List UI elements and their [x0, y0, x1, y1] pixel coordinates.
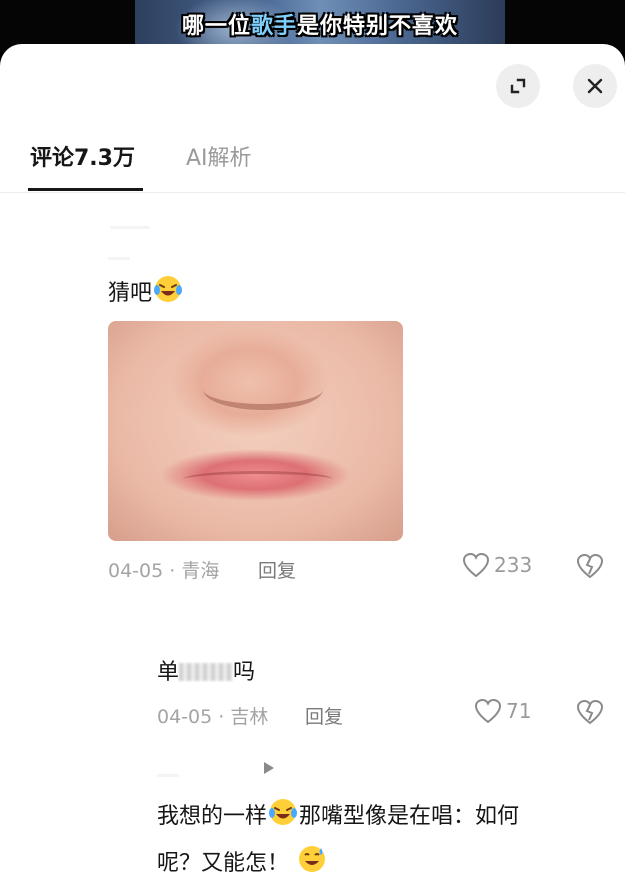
dislike-button[interactable] [576, 553, 604, 583]
blurred-text [179, 663, 234, 681]
laugh-cry-emoji-icon [154, 276, 183, 302]
tab-bar: 评论7.3万 AI解析 [0, 132, 625, 193]
tab-ai-analysis[interactable]: AI解析 [186, 140, 252, 172]
play-icon[interactable] [263, 760, 275, 779]
divider [157, 774, 179, 777]
broken-heart-icon [576, 699, 604, 725]
comments-sheet: 评论7.3万 AI解析 猜吧 04-05 · 青海 回复 233 单吗 04-0… [0, 44, 625, 875]
heart-icon [462, 552, 490, 578]
comment-text: 猜吧 [108, 274, 184, 307]
comment-text: 我想的一样 那嘴型像是在唱：如何 [157, 797, 519, 830]
laugh-cry-emoji-icon [269, 799, 298, 825]
dislike-button[interactable] [576, 699, 604, 729]
photo-detail [183, 471, 333, 488]
active-tab-indicator [28, 188, 143, 191]
broken-heart-icon [576, 553, 604, 579]
grin-sweat-emoji-icon [299, 846, 326, 872]
like-button[interactable]: 233 [462, 552, 532, 578]
reply-button[interactable]: 回复 [305, 702, 343, 729]
comment-date-location: 04-05 · 吉林 [157, 706, 269, 728]
like-button[interactable]: 71 [474, 698, 531, 724]
video-caption: 哪一位歌手是你特别不喜欢 [181, 14, 459, 39]
close-button[interactable] [573, 64, 617, 108]
expand-button[interactable] [496, 64, 540, 108]
heart-icon [474, 698, 502, 724]
comment-date-location: 04-05 · 青海 [108, 560, 220, 582]
like-count: 71 [506, 699, 532, 723]
tab-comments[interactable]: 评论7.3万 [30, 140, 135, 172]
comment-image[interactable] [108, 321, 403, 541]
reply-button[interactable]: 回复 [258, 556, 296, 583]
divider [108, 257, 130, 260]
close-icon [587, 78, 603, 94]
comment-text-line2: 呢？又能怎！ [157, 844, 328, 875]
reply-comment-text: 单吗 [157, 660, 256, 685]
photo-detail [203, 369, 323, 410]
divider [110, 226, 150, 229]
like-count: 233 [494, 553, 533, 577]
expand-icon [510, 78, 526, 94]
